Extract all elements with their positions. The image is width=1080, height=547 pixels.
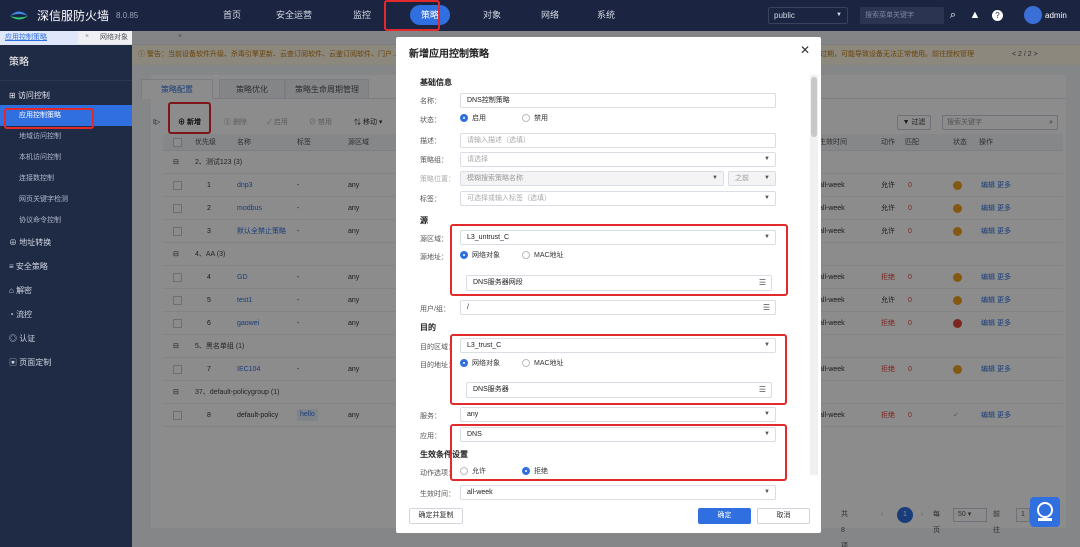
sidebar-item-conn-control[interactable]: 连接数控制 [0, 168, 132, 189]
service-select[interactable]: any ▼ [460, 407, 776, 422]
nav-home[interactable]: 首页 [215, 0, 249, 31]
status-disable-label: 禁用 [534, 115, 548, 122]
user-select[interactable]: / ☰ [460, 300, 776, 315]
help-icon[interactable]: ? [992, 10, 1003, 21]
nav-security-ops[interactable]: 安全运营 [271, 0, 317, 31]
section-basic: 基础信息 [420, 78, 452, 87]
list-icon[interactable]: ☰ [763, 301, 770, 314]
nav-system[interactable]: 系统 [591, 0, 621, 31]
position-select: 模糊搜索策略名称 ▼ [460, 171, 724, 186]
status-enable-label: 启用 [472, 115, 486, 122]
user-label: 用户/组： [420, 306, 450, 313]
status-disable-radio[interactable]: 禁用 [522, 114, 548, 124]
nav-network[interactable]: 网络 [535, 0, 565, 31]
service-label: 服务： [420, 413, 441, 420]
name-label: 名称： [420, 98, 441, 105]
name-input[interactable]: DNS控制策略 [460, 93, 776, 108]
chevron-down-icon: ▼ [764, 195, 770, 201]
group-placeholder: 请选择 [467, 156, 488, 163]
bell-icon[interactable]: ▲ [968, 8, 982, 22]
position-label: 策略位置： [420, 176, 455, 183]
destination-highlight [450, 334, 787, 405]
sidebar-item-geo-control[interactable]: 地域访问控制 [0, 126, 132, 147]
nav-object[interactable]: 对象 [477, 0, 507, 31]
logo-mark-icon [10, 11, 28, 20]
sidebar-item-security[interactable]: ≡ 安全策略 [0, 255, 132, 279]
chevron-down-icon: ▼ [764, 411, 770, 417]
section-source: 源 [420, 216, 428, 225]
brand-version: 8.0.85 [116, 10, 139, 20]
user-value: / [467, 304, 469, 311]
scope-select[interactable]: public ▼ [768, 7, 848, 24]
sidebar-group-label: 访问控制 [17, 91, 50, 100]
avatar[interactable] [1024, 6, 1042, 24]
sidebar-item-keyword-detect[interactable]: 网页关键字检测 [0, 189, 132, 210]
brand-name: 深信服防火墙 [37, 8, 110, 23]
section-destination: 目的 [420, 323, 436, 332]
confirm-copy-button[interactable]: 确定并复制 [409, 508, 463, 524]
sidebar-highlight [4, 108, 94, 129]
chevron-down-icon: ▼ [836, 12, 842, 18]
chevron-down-icon: ▼ [764, 175, 770, 181]
nav-monitor[interactable]: 监控 [347, 0, 377, 31]
new-policy-dialog: 新增应用控制策略 ✕ 基础信息 名称： DNS控制策略 状态： 启用 禁用 描述… [396, 37, 821, 533]
sidebar-item-label: 地址转换 [19, 238, 52, 247]
group-select[interactable]: 请选择 ▼ [460, 152, 776, 167]
source-highlight [450, 224, 788, 296]
scope-value: public [774, 11, 795, 20]
sidebar-item-auth[interactable]: ◎ 认证 [0, 327, 132, 351]
position-placeholder: 模糊搜索策略名称 [467, 175, 523, 182]
sidebar-item-decrypt[interactable]: ⌂ 解密 [0, 279, 132, 303]
top-bar: 深信服防火墙 8.0.85 首页 安全运营 监控 策略 对象 网络 系统 pub… [0, 0, 1080, 31]
close-icon[interactable]: ✕ [800, 43, 810, 57]
ok-button[interactable]: 确定 [698, 508, 751, 524]
desc-input[interactable]: 请输入描述（选填） [460, 133, 776, 148]
status-label: 状态： [420, 117, 441, 124]
dialog-title: 新增应用控制策略 [409, 49, 489, 60]
sidebar-item-nat[interactable]: ⊕ 地址转换 [0, 231, 132, 255]
dialog-scroll-thumb[interactable] [811, 77, 817, 137]
position-order-select: 之前 ▼ [728, 171, 776, 186]
sidebar-item-label: 安全策略 [15, 262, 48, 271]
sidebar-item-label: 流控 [16, 310, 33, 319]
position-order-value: 之前 [735, 175, 749, 182]
time-value: all-week [467, 489, 493, 496]
username[interactable]: admin [1045, 11, 1067, 20]
search-icon[interactable]: ⌕ [946, 8, 960, 22]
desc-label: 描述： [420, 138, 441, 145]
tag-select[interactable]: 可选择或输入标签（选填） ▼ [460, 191, 776, 206]
sidebar-item-protocol-cmd[interactable]: 协议命令控制 [0, 210, 132, 231]
sidebar-title: 策略 [0, 45, 132, 81]
sidebar-item-local-control[interactable]: 本机访问控制 [0, 147, 132, 168]
sidebar-item-label: 解密 [16, 286, 33, 295]
tag-label: 标签： [420, 196, 441, 203]
time-select[interactable]: all-week ▼ [460, 485, 776, 500]
chevron-down-icon: ▼ [764, 156, 770, 162]
sidebar-item-label: 页面定制 [19, 358, 52, 367]
logo: 深信服防火墙 8.0.85 [8, 6, 138, 24]
sidebar-item-label: 认证 [19, 334, 36, 343]
tag-placeholder: 可选择或输入标签（选填） [467, 195, 551, 202]
group-label: 策略组： [420, 157, 448, 164]
sidebar-item-traffic[interactable]: ◔ 流控 [0, 303, 132, 327]
assistant-icon[interactable] [1030, 497, 1060, 527]
src-zone-label: 源区域： [420, 236, 448, 243]
app-action-highlight [450, 424, 787, 481]
chevron-down-icon: ▼ [712, 175, 718, 181]
sidebar-group-access-control[interactable]: ⊞ 访问控制 [0, 87, 132, 105]
sidebar-item-page-custom[interactable]: ▣ 页面定制 [0, 351, 132, 375]
nav-highlight [384, 0, 440, 31]
close-icon[interactable]: × [85, 33, 89, 40]
cancel-button[interactable]: 取消 [757, 508, 810, 524]
app-label: 应用： [420, 433, 441, 440]
time-label: 生效时间： [420, 491, 455, 498]
chevron-down-icon: ▼ [764, 489, 770, 495]
tab-app-control[interactable]: 应用控制策略 [0, 31, 78, 45]
status-enable-radio[interactable]: 启用 [460, 114, 486, 124]
menu-search-input[interactable]: 搜索菜单关键字 [860, 7, 944, 24]
src-addr-label: 源地址： [420, 254, 448, 261]
service-value: any [467, 411, 479, 418]
